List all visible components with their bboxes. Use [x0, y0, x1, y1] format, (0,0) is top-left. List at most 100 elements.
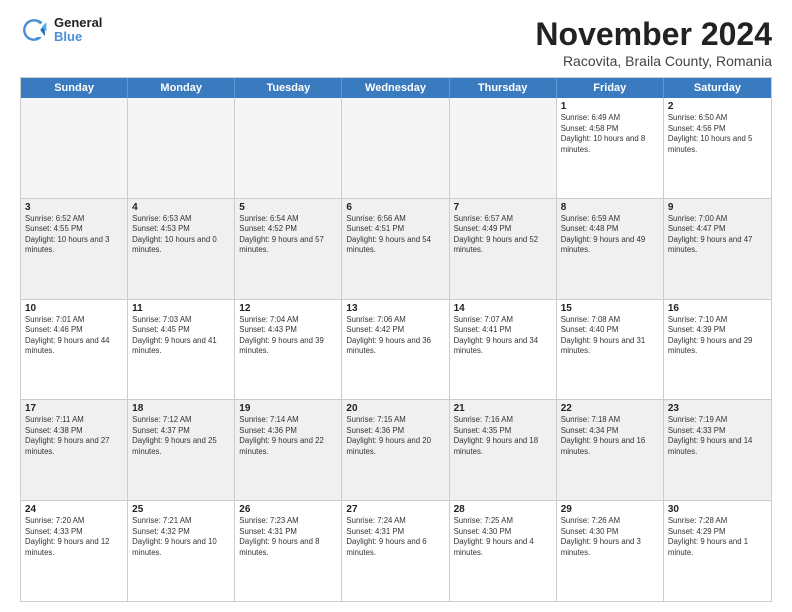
logo-line1: General [54, 16, 102, 30]
logo-icon [20, 16, 48, 44]
day-number: 25 [132, 504, 230, 515]
calendar-cell: 26Sunrise: 7:23 AM Sunset: 4:31 PM Dayli… [235, 501, 342, 601]
day-info: Sunrise: 7:03 AM Sunset: 4:45 PM Dayligh… [132, 315, 230, 357]
day-info: Sunrise: 7:11 AM Sunset: 4:38 PM Dayligh… [25, 415, 123, 457]
day-info: Sunrise: 7:26 AM Sunset: 4:30 PM Dayligh… [561, 516, 659, 558]
day-number: 27 [346, 504, 444, 515]
calendar-cell: 10Sunrise: 7:01 AM Sunset: 4:46 PM Dayli… [21, 300, 128, 400]
page: General Blue November 2024 Racovita, Bra… [0, 0, 792, 612]
calendar-cell: 14Sunrise: 7:07 AM Sunset: 4:41 PM Dayli… [450, 300, 557, 400]
day-number: 18 [132, 403, 230, 414]
calendar-cell [450, 98, 557, 198]
day-number: 17 [25, 403, 123, 414]
day-info: Sunrise: 7:15 AM Sunset: 4:36 PM Dayligh… [346, 415, 444, 457]
day-info: Sunrise: 7:18 AM Sunset: 4:34 PM Dayligh… [561, 415, 659, 457]
calendar-cell: 11Sunrise: 7:03 AM Sunset: 4:45 PM Dayli… [128, 300, 235, 400]
title-area: November 2024 Racovita, Braila County, R… [535, 16, 772, 69]
calendar-cell: 3Sunrise: 6:52 AM Sunset: 4:55 PM Daylig… [21, 199, 128, 299]
day-number: 11 [132, 303, 230, 314]
header-day-friday: Friday [557, 78, 664, 98]
day-number: 4 [132, 202, 230, 213]
calendar-row-4: 17Sunrise: 7:11 AM Sunset: 4:38 PM Dayli… [21, 400, 771, 501]
calendar-cell [235, 98, 342, 198]
logo: General Blue [20, 16, 102, 45]
calendar-row-2: 3Sunrise: 6:52 AM Sunset: 4:55 PM Daylig… [21, 199, 771, 300]
header-day-monday: Monday [128, 78, 235, 98]
day-number: 3 [25, 202, 123, 213]
day-number: 15 [561, 303, 659, 314]
day-info: Sunrise: 7:28 AM Sunset: 4:29 PM Dayligh… [668, 516, 767, 558]
day-info: Sunrise: 7:10 AM Sunset: 4:39 PM Dayligh… [668, 315, 767, 357]
header-day-sunday: Sunday [21, 78, 128, 98]
header-day-thursday: Thursday [450, 78, 557, 98]
day-number: 29 [561, 504, 659, 515]
calendar-cell: 13Sunrise: 7:06 AM Sunset: 4:42 PM Dayli… [342, 300, 449, 400]
calendar-row-1: 1Sunrise: 6:49 AM Sunset: 4:58 PM Daylig… [21, 98, 771, 199]
calendar: SundayMondayTuesdayWednesdayThursdayFrid… [20, 77, 772, 602]
day-info: Sunrise: 7:12 AM Sunset: 4:37 PM Dayligh… [132, 415, 230, 457]
day-info: Sunrise: 6:56 AM Sunset: 4:51 PM Dayligh… [346, 214, 444, 256]
calendar-cell: 2Sunrise: 6:50 AM Sunset: 4:56 PM Daylig… [664, 98, 771, 198]
calendar-cell: 24Sunrise: 7:20 AM Sunset: 4:33 PM Dayli… [21, 501, 128, 601]
calendar-cell: 25Sunrise: 7:21 AM Sunset: 4:32 PM Dayli… [128, 501, 235, 601]
header: General Blue November 2024 Racovita, Bra… [20, 16, 772, 69]
calendar-cell: 29Sunrise: 7:26 AM Sunset: 4:30 PM Dayli… [557, 501, 664, 601]
calendar-cell [21, 98, 128, 198]
calendar-cell: 4Sunrise: 6:53 AM Sunset: 4:53 PM Daylig… [128, 199, 235, 299]
day-info: Sunrise: 7:07 AM Sunset: 4:41 PM Dayligh… [454, 315, 552, 357]
calendar-row-3: 10Sunrise: 7:01 AM Sunset: 4:46 PM Dayli… [21, 300, 771, 401]
day-info: Sunrise: 7:24 AM Sunset: 4:31 PM Dayligh… [346, 516, 444, 558]
calendar-cell [342, 98, 449, 198]
day-info: Sunrise: 7:14 AM Sunset: 4:36 PM Dayligh… [239, 415, 337, 457]
day-info: Sunrise: 7:01 AM Sunset: 4:46 PM Dayligh… [25, 315, 123, 357]
day-info: Sunrise: 6:50 AM Sunset: 4:56 PM Dayligh… [668, 113, 767, 155]
calendar-row-5: 24Sunrise: 7:20 AM Sunset: 4:33 PM Dayli… [21, 501, 771, 601]
calendar-cell: 28Sunrise: 7:25 AM Sunset: 4:30 PM Dayli… [450, 501, 557, 601]
calendar-cell: 23Sunrise: 7:19 AM Sunset: 4:33 PM Dayli… [664, 400, 771, 500]
day-number: 10 [25, 303, 123, 314]
day-info: Sunrise: 6:49 AM Sunset: 4:58 PM Dayligh… [561, 113, 659, 155]
calendar-cell: 6Sunrise: 6:56 AM Sunset: 4:51 PM Daylig… [342, 199, 449, 299]
day-number: 21 [454, 403, 552, 414]
calendar-cell: 19Sunrise: 7:14 AM Sunset: 4:36 PM Dayli… [235, 400, 342, 500]
calendar-cell: 8Sunrise: 6:59 AM Sunset: 4:48 PM Daylig… [557, 199, 664, 299]
day-info: Sunrise: 6:59 AM Sunset: 4:48 PM Dayligh… [561, 214, 659, 256]
calendar-cell: 5Sunrise: 6:54 AM Sunset: 4:52 PM Daylig… [235, 199, 342, 299]
calendar-cell: 18Sunrise: 7:12 AM Sunset: 4:37 PM Dayli… [128, 400, 235, 500]
logo-line2: Blue [54, 30, 102, 44]
day-number: 7 [454, 202, 552, 213]
day-number: 8 [561, 202, 659, 213]
day-number: 22 [561, 403, 659, 414]
day-info: Sunrise: 7:25 AM Sunset: 4:30 PM Dayligh… [454, 516, 552, 558]
calendar-cell: 17Sunrise: 7:11 AM Sunset: 4:38 PM Dayli… [21, 400, 128, 500]
calendar-header: SundayMondayTuesdayWednesdayThursdayFrid… [21, 78, 771, 98]
day-number: 20 [346, 403, 444, 414]
subtitle: Racovita, Braila County, Romania [535, 53, 772, 69]
day-info: Sunrise: 7:21 AM Sunset: 4:32 PM Dayligh… [132, 516, 230, 558]
calendar-cell: 27Sunrise: 7:24 AM Sunset: 4:31 PM Dayli… [342, 501, 449, 601]
day-info: Sunrise: 6:57 AM Sunset: 4:49 PM Dayligh… [454, 214, 552, 256]
day-number: 19 [239, 403, 337, 414]
day-info: Sunrise: 6:54 AM Sunset: 4:52 PM Dayligh… [239, 214, 337, 256]
logo-text: General Blue [54, 16, 102, 45]
day-number: 13 [346, 303, 444, 314]
calendar-cell: 30Sunrise: 7:28 AM Sunset: 4:29 PM Dayli… [664, 501, 771, 601]
day-number: 14 [454, 303, 552, 314]
day-info: Sunrise: 6:53 AM Sunset: 4:53 PM Dayligh… [132, 214, 230, 256]
calendar-cell: 9Sunrise: 7:00 AM Sunset: 4:47 PM Daylig… [664, 199, 771, 299]
day-number: 26 [239, 504, 337, 515]
day-number: 23 [668, 403, 767, 414]
day-number: 9 [668, 202, 767, 213]
day-info: Sunrise: 7:04 AM Sunset: 4:43 PM Dayligh… [239, 315, 337, 357]
calendar-cell: 7Sunrise: 6:57 AM Sunset: 4:49 PM Daylig… [450, 199, 557, 299]
day-info: Sunrise: 7:20 AM Sunset: 4:33 PM Dayligh… [25, 516, 123, 558]
calendar-cell: 1Sunrise: 6:49 AM Sunset: 4:58 PM Daylig… [557, 98, 664, 198]
day-number: 1 [561, 101, 659, 112]
header-day-tuesday: Tuesday [235, 78, 342, 98]
day-info: Sunrise: 7:23 AM Sunset: 4:31 PM Dayligh… [239, 516, 337, 558]
calendar-cell: 20Sunrise: 7:15 AM Sunset: 4:36 PM Dayli… [342, 400, 449, 500]
day-info: Sunrise: 7:16 AM Sunset: 4:35 PM Dayligh… [454, 415, 552, 457]
calendar-cell: 15Sunrise: 7:08 AM Sunset: 4:40 PM Dayli… [557, 300, 664, 400]
day-number: 30 [668, 504, 767, 515]
day-number: 5 [239, 202, 337, 213]
